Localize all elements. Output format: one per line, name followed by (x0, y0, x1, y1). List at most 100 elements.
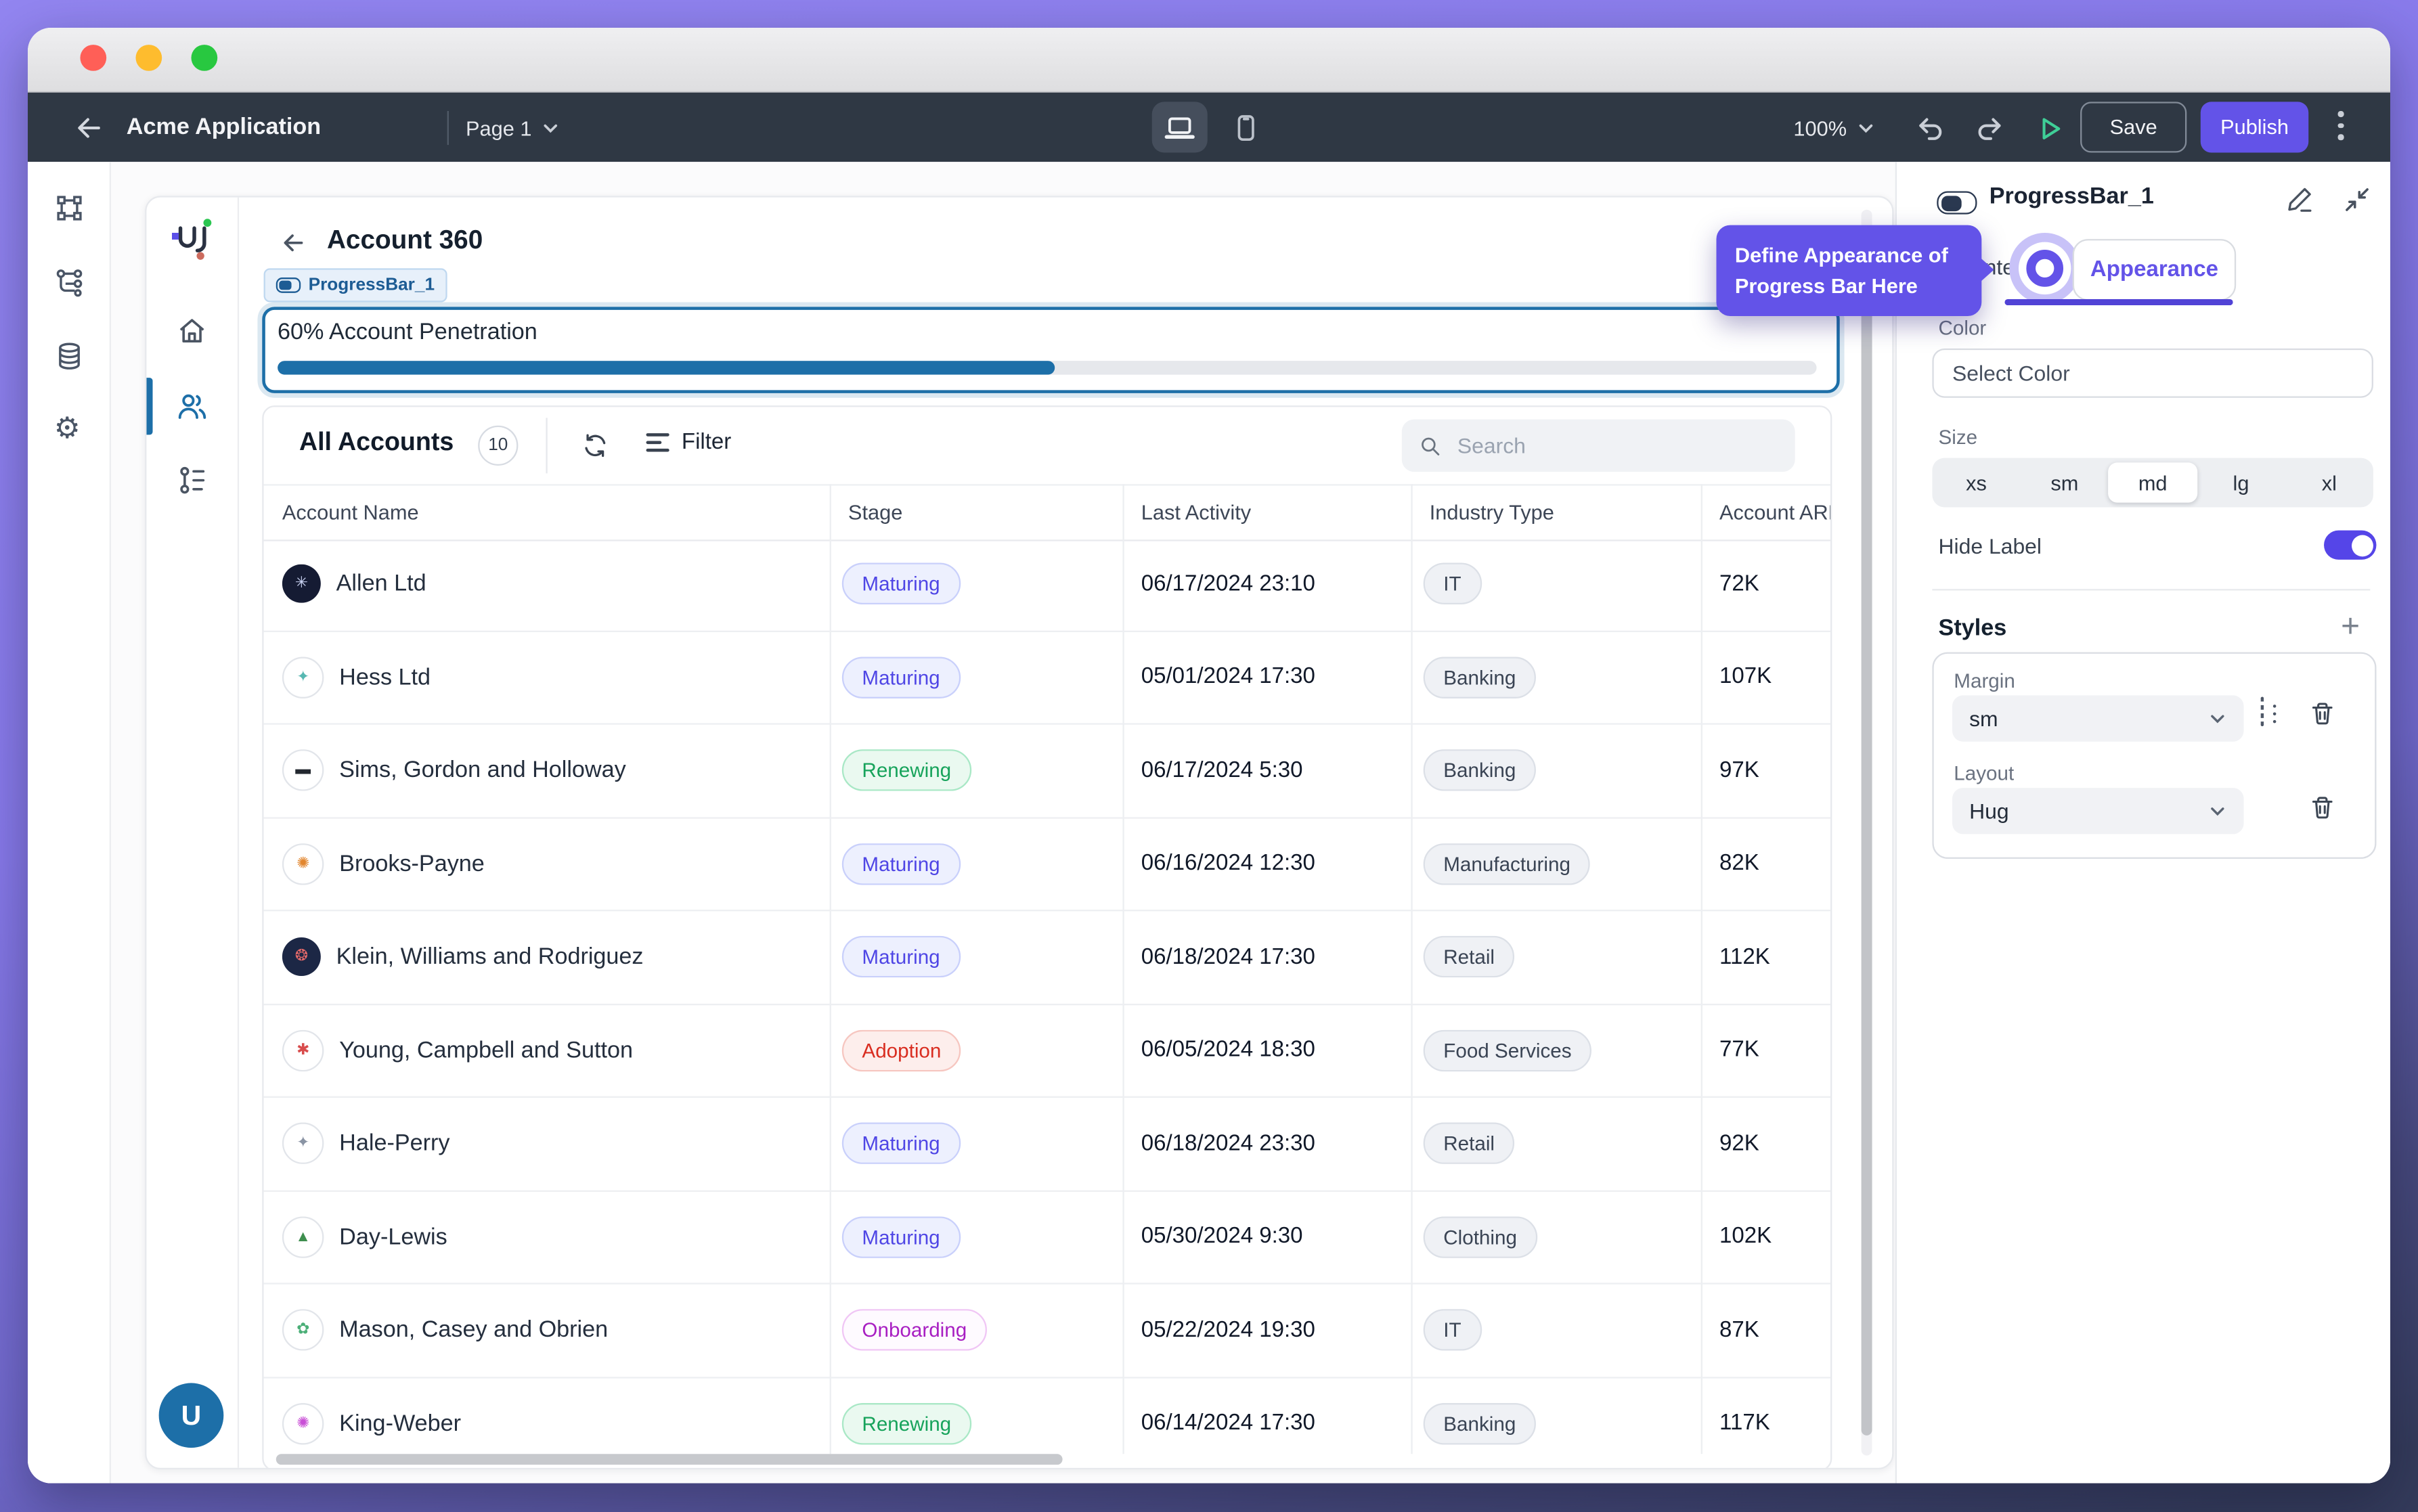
filter-label: Filter (682, 430, 731, 455)
hide-label-toggle[interactable] (2324, 531, 2376, 560)
account-arr-value: 102K (1701, 1224, 1772, 1249)
last-activity: 06/18/2024 17:30 (1122, 945, 1315, 969)
cell-account-name: ✦ Hale-Perry (264, 1123, 830, 1165)
table-row[interactable]: ▬Sims, Gordon and HollowayRenewing06/17/… (264, 725, 1831, 818)
user-avatar[interactable]: U (159, 1383, 224, 1448)
pencil-icon (2285, 185, 2314, 214)
redo-icon (1974, 112, 2006, 145)
nav-accounts-icon[interactable] (176, 390, 208, 430)
layout-dropdown[interactable]: Hug (1952, 788, 2244, 834)
cell-stage: Onboarding (830, 1310, 1123, 1352)
cell-account-name: ❂Klein, Williams and Rodriguez (264, 938, 830, 977)
table-body: ✳Allen LtdMaturing06/17/2024 23:10IT72K✦… (264, 538, 1831, 1469)
size-option-xs[interactable]: xs (1932, 458, 2020, 508)
more-options-button[interactable] (2336, 111, 2346, 140)
search-input[interactable] (1454, 432, 1778, 460)
publish-button[interactable]: Publish (2201, 102, 2308, 152)
color-select-input[interactable]: Select Color (1932, 349, 2373, 398)
size-option-sm[interactable]: sm (2021, 458, 2109, 508)
redo-button[interactable] (1974, 112, 2006, 145)
accounts-table: All Accounts 10 Filter (262, 405, 1832, 1469)
account-arr-value: 107K (1701, 665, 1772, 689)
tab-appearance[interactable]: Appearance (2073, 239, 2236, 301)
cell-account-name: ▲Day-Lewis (264, 1216, 830, 1258)
account-name: Hess Ltd (339, 664, 431, 690)
column-header[interactable]: Industry Type (1411, 501, 1700, 524)
page-back-arrow-icon[interactable] (281, 229, 307, 263)
cell-industry: Manufacturing (1411, 843, 1700, 885)
toolbar-divider (546, 418, 547, 473)
cell-industry: IT (1411, 563, 1700, 605)
cell-account-arr: 92K (1701, 1132, 1830, 1156)
column-header[interactable]: Stage (830, 501, 1123, 524)
maximize-window-button[interactable] (191, 45, 217, 71)
size-option-xl[interactable]: xl (2285, 458, 2373, 508)
spacing-box-icon[interactable] (2261, 698, 2264, 726)
minimize-window-button[interactable] (135, 45, 162, 71)
margin-dropdown[interactable]: sm (1952, 695, 2244, 741)
delete-layout-button[interactable] (2308, 794, 2336, 829)
properties-panel: ProgressBar_1 Content Appearance Color S… (1895, 162, 2390, 1483)
canvas-frame-icon[interactable] (54, 193, 85, 231)
filter-button[interactable]: Filter (646, 430, 732, 455)
table-row[interactable]: ✿Mason, Casey and ObrienOnboarding05/22/… (264, 1285, 1831, 1378)
account-name: Hale-Perry (339, 1130, 449, 1157)
app-nav-sidebar: U (146, 198, 239, 1468)
cell-stage: Maturing (830, 1216, 1123, 1258)
cell-account-arr: 107K (1701, 665, 1830, 689)
nav-home-icon[interactable] (176, 315, 208, 355)
tooltip-line-2: Progress Bar Here (1735, 273, 1918, 296)
table-row[interactable]: ✦Hess LtdMaturing05/01/2024 17:30Banking… (264, 631, 1831, 725)
play-icon (2034, 112, 2067, 145)
table-row[interactable]: ✳Allen LtdMaturing06/17/2024 23:10IT72K (264, 538, 1831, 631)
settings-gear-icon[interactable]: ⚙ (54, 415, 81, 446)
table-row[interactable]: ▲Day-LewisMaturing05/30/2024 9:30Clothin… (264, 1191, 1831, 1285)
editor-left-rail: ⚙ (28, 162, 111, 1483)
nav-tasks-icon[interactable] (176, 464, 208, 504)
last-activity: 06/17/2024 5:30 (1122, 758, 1302, 782)
undo-button[interactable] (1914, 112, 1946, 145)
selected-widget-chip[interactable]: ProgressBar_1 (264, 268, 447, 302)
company-logo: ✳ (282, 564, 321, 603)
horizontal-scrollbar[interactable] (276, 1454, 1063, 1465)
rename-button[interactable] (2285, 185, 2314, 222)
account-name: Young, Campbell and Sutton (339, 1038, 633, 1064)
table-row[interactable]: ❂Klein, Williams and RodriguezMaturing06… (264, 911, 1831, 1004)
column-header[interactable]: Last Activity (1122, 501, 1411, 524)
page-selector[interactable]: Page 1 (466, 93, 559, 164)
progressbar-widget[interactable]: 60% Account Penetration (262, 307, 1839, 393)
last-activity: 06/14/2024 17:30 (1122, 1411, 1315, 1436)
active-tab-underline (2004, 299, 2233, 305)
table-row[interactable]: ✺Brooks-PayneMaturing06/16/2024 12:30Man… (264, 818, 1831, 912)
mobile-view-button[interactable] (1223, 104, 1269, 153)
add-style-button[interactable]: + (2341, 609, 2360, 646)
delete-margin-button[interactable] (2308, 700, 2336, 735)
filter-icon (646, 433, 669, 452)
workflow-icon[interactable] (54, 267, 85, 305)
progressbar-label: 60% Account Penetration (278, 319, 537, 346)
zoom-level-selector[interactable]: 100% (1793, 93, 1874, 164)
account-name: Klein, Williams and Rodriguez (336, 944, 644, 971)
table-row[interactable]: ✦Hale-PerryMaturing06/18/2024 23:30Retai… (264, 1098, 1831, 1191)
vertical-scrollbar[interactable] (1862, 302, 1872, 1435)
save-button[interactable]: Save (2080, 102, 2186, 152)
database-icon[interactable] (54, 340, 85, 379)
size-option-lg[interactable]: lg (2197, 458, 2285, 508)
account-arr-value: 97K (1701, 758, 1759, 782)
refresh-button[interactable] (581, 432, 609, 467)
run-button[interactable] (2034, 112, 2067, 145)
collapse-panel-button[interactable] (2342, 185, 2371, 222)
back-arrow-icon[interactable] (74, 93, 105, 164)
company-logo: ▲ (282, 1216, 324, 1258)
column-header[interactable]: Account ARR (1701, 501, 1830, 524)
page-selector-label: Page 1 (466, 116, 531, 139)
cell-industry: Retail (1411, 1123, 1700, 1165)
close-window-button[interactable] (80, 45, 106, 71)
desktop-view-button[interactable] (1152, 102, 1208, 152)
color-label: Color (1939, 316, 1987, 339)
size-option-md[interactable]: md (2109, 462, 2197, 502)
cell-industry: IT (1411, 1310, 1700, 1352)
company-logo: ✦ (282, 1123, 324, 1165)
column-header[interactable]: Account Name (264, 501, 830, 524)
table-row[interactable]: ✱Young, Campbell and SuttonAdoption06/05… (264, 1004, 1831, 1098)
